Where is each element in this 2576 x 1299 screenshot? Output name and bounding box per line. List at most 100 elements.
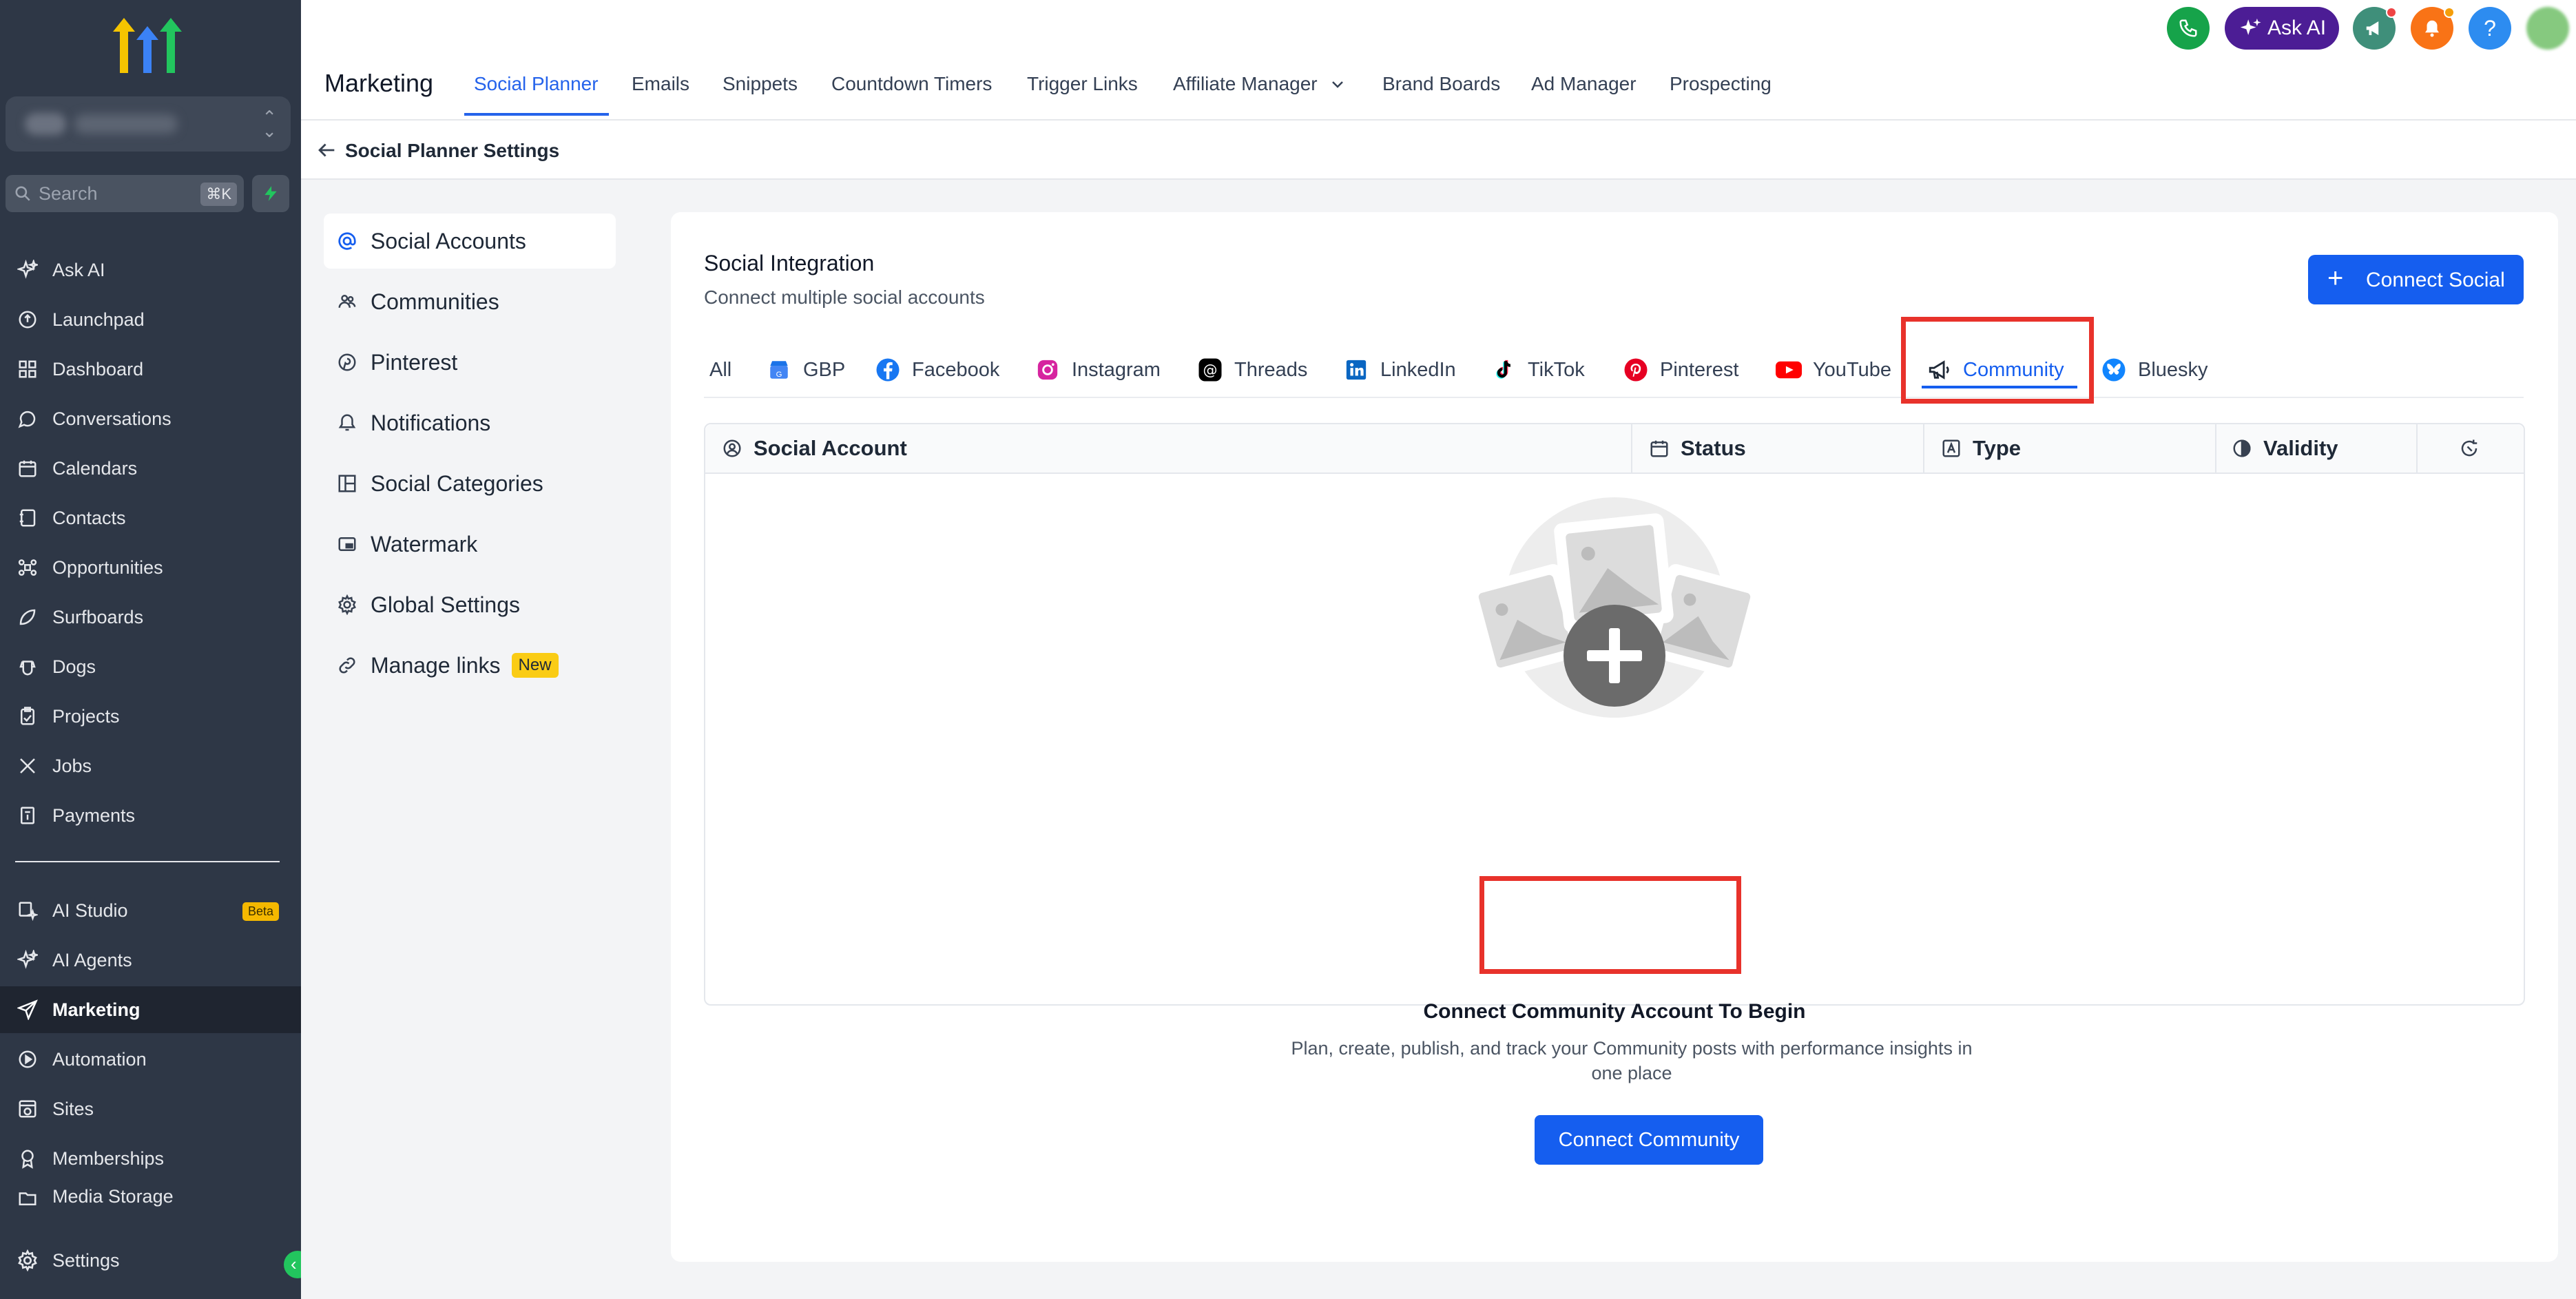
tab-trigger-links[interactable]: Trigger Links (1027, 73, 1138, 95)
column-separator (2215, 424, 2216, 472)
tab-emails[interactable]: Emails (632, 73, 689, 95)
sidebar-item-dashboard[interactable]: Dashboard (0, 346, 301, 393)
settings-nav-pinterest[interactable]: Pinterest (324, 335, 616, 390)
platform-tab-gbp[interactable]: G GBP (766, 353, 845, 387)
user-avatar[interactable] (2526, 7, 2569, 50)
facebook-icon (875, 357, 901, 383)
settings-nav-social-categories[interactable]: Social Categories (324, 456, 616, 511)
sidebar-item-opportunities[interactable]: Opportunities (0, 544, 301, 591)
tab-social-planner[interactable]: Social Planner (474, 73, 599, 95)
sidebar-item-memberships[interactable]: Memberships (0, 1135, 301, 1182)
help-button[interactable]: ? (2469, 7, 2511, 50)
account-switcher[interactable]: ⌃ ⌄ (6, 96, 291, 152)
platform-tab-all[interactable]: All (709, 353, 731, 387)
ask-ai-button[interactable]: Ask AI (2225, 7, 2339, 50)
sidebar-item-label: Marketing (52, 999, 141, 1020)
platform-tab-linkedin[interactable]: LinkedIn (1343, 353, 1456, 387)
account-avatar-blurred (25, 113, 66, 135)
tab-ad-manager[interactable]: Ad Manager (1531, 73, 1637, 95)
platform-tab-instagram[interactable]: Instagram (1035, 353, 1161, 387)
lightning-icon (264, 186, 277, 201)
bell-icon (2425, 20, 2439, 37)
social-integration-card: Social Integration Connect multiple soci… (671, 212, 2558, 1262)
column-header-label: Validity (2263, 436, 2338, 460)
settings-nav-manage-links[interactable]: Manage links New (324, 638, 616, 693)
surfboard-icon (15, 605, 40, 630)
beta-badge: Beta (242, 902, 279, 921)
settings-nav-global-settings[interactable]: Global Settings (324, 577, 616, 632)
column-header-status[interactable]: Status (1648, 424, 1746, 472)
clipboard-icon (15, 704, 40, 729)
sidebar-item-conversations[interactable]: Conversations (0, 395, 301, 442)
settings-nav-label: Social Accounts (371, 228, 526, 253)
settings-nav-social-accounts[interactable]: Social Accounts (324, 214, 616, 269)
type-icon (1940, 437, 1963, 460)
settings-nav-watermark[interactable]: Watermark (324, 517, 616, 572)
column-header-type[interactable]: Type (1940, 424, 2021, 472)
column-header-label: Type (1973, 436, 2022, 460)
connect-community-button[interactable]: Connect Community (1535, 1115, 1763, 1165)
sidebar-item-label: Memberships (52, 1147, 165, 1169)
sidebar-item-surfboards[interactable]: Surfboards (0, 594, 301, 641)
platform-tab-bluesky[interactable]: Bluesky (2101, 353, 2208, 387)
platform-tab-facebook[interactable]: Facebook (875, 353, 999, 387)
platform-tab-pinterest[interactable]: Pinterest (1623, 353, 1738, 387)
sidebar-item-dogs[interactable]: Dogs (0, 643, 301, 690)
sidebar-search[interactable]: Search ⌘K (6, 175, 244, 212)
quick-action-button[interactable] (252, 175, 289, 212)
connect-social-button[interactable]: + Connect Social (2308, 255, 2524, 304)
sidebar-item-marketing[interactable]: Marketing (0, 986, 301, 1033)
arrow-left-icon[interactable] (315, 138, 338, 162)
watermark-icon (335, 532, 360, 557)
sidebar-item-projects[interactable]: Projects (0, 693, 301, 740)
tab-countdown-timers[interactable]: Countdown Timers (831, 73, 992, 95)
ask-ai-label: Ask AI (2267, 17, 2327, 39)
empty-state-illustration (1467, 497, 1762, 718)
sidebar-item-ask-ai[interactable]: Ask AI (0, 247, 301, 293)
refresh-button[interactable] (2458, 424, 2491, 472)
sidebar-item-calendars[interactable]: Calendars (0, 445, 301, 492)
platform-tab-label: Threads (1234, 358, 1308, 381)
sidebar-item-label: Automation (52, 1048, 147, 1070)
sidebar-item-label: Sites (52, 1098, 94, 1119)
settings-nav-notifications[interactable]: Notifications (324, 395, 616, 450)
chevron-updown-icon: ⌃ ⌄ (262, 107, 277, 141)
platform-tab-label: Facebook (912, 358, 1000, 381)
megaphone-icon (2366, 21, 2379, 35)
sidebar-divider (15, 861, 280, 862)
search-icon (15, 186, 30, 201)
column-header-social-account[interactable]: Social Account (720, 424, 907, 472)
tab-snippets[interactable]: Snippets (723, 73, 798, 95)
tab-affiliate-manager[interactable]: Affiliate Manager (1173, 73, 1346, 95)
sidebar-item-jobs[interactable]: Jobs (0, 742, 301, 789)
tab-brand-boards[interactable]: Brand Boards (1382, 73, 1500, 95)
platform-tab-tiktok[interactable]: TikTok (1490, 353, 1585, 387)
sidebar-item-ai-agents[interactable]: AI Agents (0, 937, 301, 984)
settings-nav-communities[interactable]: Communities (324, 274, 616, 329)
tiktok-icon (1490, 357, 1517, 383)
sidebar-item-contacts[interactable]: Contacts (0, 495, 301, 541)
announcements-button[interactable] (2353, 7, 2397, 50)
sidebar-item-media-storage[interactable]: Media Storage (0, 1185, 301, 1209)
sidebar-item-ai-studio[interactable]: AI Studio Beta (0, 887, 301, 934)
half-circle-icon (2230, 437, 2254, 460)
platform-tab-youtube[interactable]: YouTube (1776, 353, 1891, 387)
sidebar-item-automation[interactable]: Automation (0, 1036, 301, 1083)
notifications-button[interactable] (2411, 7, 2455, 50)
platform-tab-threads[interactable]: @ Threads (1197, 353, 1307, 387)
app-logo[interactable] (110, 17, 186, 74)
pinterest-icon (335, 350, 360, 375)
settings-nav-label: Global Settings (371, 592, 521, 617)
plus-icon: + (2327, 263, 2344, 293)
sidebar-item-payments[interactable]: Payments (0, 792, 301, 839)
opportunities-icon (15, 555, 40, 580)
column-header-validity[interactable]: Validity (2230, 424, 2338, 472)
sidebar-item-sites[interactable]: Sites (0, 1085, 301, 1132)
sidebar-item-settings[interactable]: Settings (0, 1237, 301, 1284)
calendar-icon (1648, 437, 1671, 460)
tab-prospecting[interactable]: Prospecting (1670, 73, 1772, 95)
phone-button[interactable] (2167, 7, 2210, 50)
column-header-label: Status (1681, 436, 1746, 460)
paper-plane-icon (15, 997, 40, 1022)
sidebar-item-launchpad[interactable]: Launchpad (0, 296, 301, 343)
